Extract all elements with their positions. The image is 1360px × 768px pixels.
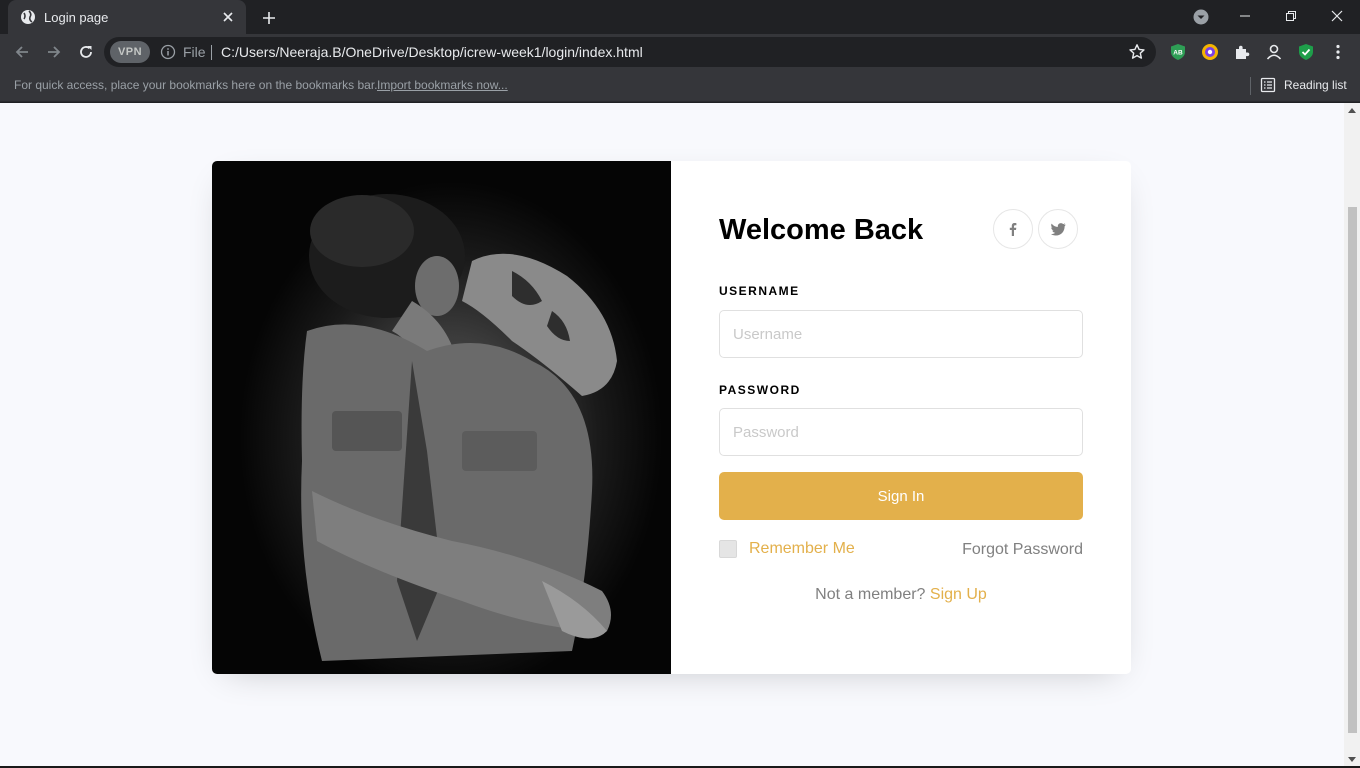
- url-scheme-label: File: [183, 44, 206, 60]
- arrow-left-icon: [15, 46, 28, 58]
- bookmark-star-icon[interactable]: [1128, 43, 1146, 61]
- username-label: USERNAME: [719, 284, 800, 298]
- extension-button[interactable]: [1201, 43, 1219, 61]
- reading-list-icon: [1260, 77, 1276, 93]
- browser-tab[interactable]: Login page: [8, 0, 246, 34]
- login-card: Welcome Back USERNAME PASSWORD Sign In R…: [212, 161, 1131, 674]
- password-input[interactable]: [719, 408, 1083, 456]
- kebab-menu-icon: [1336, 44, 1340, 60]
- sign-in-button[interactable]: Sign In: [719, 472, 1083, 520]
- reading-list-label: Reading list: [1284, 78, 1347, 92]
- page-scrollbar[interactable]: [1344, 103, 1360, 768]
- profile-button[interactable]: [1265, 43, 1283, 61]
- arrow-right-icon: [48, 46, 61, 58]
- person-photo-illustration: [301, 194, 617, 661]
- adblock-extension-button[interactable]: AB: [1169, 43, 1187, 61]
- remember-me-label[interactable]: Remember Me: [749, 540, 855, 558]
- restore-button[interactable]: [1268, 0, 1314, 32]
- reload-button[interactable]: [72, 38, 100, 66]
- puzzle-icon: [1236, 45, 1250, 59]
- forward-button[interactable]: [40, 38, 68, 66]
- security-extension-button[interactable]: [1297, 43, 1315, 61]
- globe-icon: [20, 9, 36, 25]
- close-icon: [1331, 10, 1343, 22]
- address-bar[interactable]: VPN File C:/Users/Neeraja.B/OneDrive/Des…: [104, 37, 1156, 67]
- tab-search-button[interactable]: [1190, 6, 1212, 28]
- bookmarks-bar: For quick access, place your bookmarks h…: [0, 70, 1360, 102]
- shield-ab-icon: AB: [1171, 44, 1185, 60]
- signup-prompt: Not a member? Sign Up: [719, 586, 1083, 604]
- new-tab-button[interactable]: [258, 7, 280, 29]
- vpn-badge[interactable]: VPN: [110, 41, 150, 63]
- tab-strip: Login page: [0, 0, 1360, 34]
- login-form: Welcome Back USERNAME PASSWORD Sign In R…: [671, 161, 1131, 674]
- back-button[interactable]: [8, 38, 36, 66]
- minimize-button[interactable]: [1222, 0, 1268, 32]
- scroll-down-arrow-icon[interactable]: [1348, 757, 1356, 762]
- forgot-password-link[interactable]: Forgot Password: [962, 541, 1083, 559]
- shield-check-icon: [1299, 44, 1313, 60]
- plus-icon: [263, 12, 275, 24]
- circle-extension-icon: [1202, 44, 1218, 60]
- omnibox-divider: [211, 45, 212, 60]
- reload-icon: [80, 46, 92, 58]
- adblock-label: AB: [1173, 50, 1183, 57]
- checkbox-box[interactable]: [719, 540, 737, 558]
- scroll-up-arrow-icon[interactable]: [1348, 108, 1356, 113]
- bookmarks-divider: [1250, 77, 1251, 95]
- reading-list-button[interactable]: Reading list: [1260, 77, 1347, 93]
- close-window-button[interactable]: [1314, 0, 1360, 32]
- twitter-icon: [1050, 223, 1065, 236]
- tab-title: Login page: [44, 9, 109, 25]
- facebook-button[interactable]: [993, 209, 1033, 249]
- page-title: Welcome Back: [719, 214, 924, 246]
- extensions-menu-button[interactable]: [1233, 43, 1251, 61]
- bookmarks-hint: For quick access, place your bookmarks h…: [14, 78, 378, 92]
- browser-menu-button[interactable]: [1329, 43, 1347, 61]
- facebook-icon: [1009, 223, 1017, 236]
- hero-photo: [212, 161, 671, 674]
- import-bookmarks-link[interactable]: Import bookmarks now...: [377, 78, 508, 92]
- minimize-icon: [1240, 15, 1250, 17]
- browser-toolbar: VPN File C:/Users/Neeraja.B/OneDrive/Des…: [0, 34, 1360, 70]
- profile-icon: [1266, 44, 1282, 60]
- url-text[interactable]: C:/Users/Neeraja.B/OneDrive/Desktop/icre…: [221, 44, 643, 60]
- info-icon[interactable]: [160, 44, 176, 60]
- sign-up-link[interactable]: Sign Up: [930, 586, 987, 603]
- twitter-button[interactable]: [1038, 209, 1078, 249]
- restore-icon: [1286, 11, 1296, 21]
- page-viewport: Welcome Back USERNAME PASSWORD Sign In R…: [0, 103, 1344, 768]
- password-label: PASSWORD: [719, 383, 801, 397]
- scroll-thumb[interactable]: [1348, 207, 1357, 733]
- remember-me-checkbox[interactable]: Remember Me: [719, 540, 855, 558]
- chevron-down-icon: [1193, 9, 1209, 25]
- username-input[interactable]: [719, 310, 1083, 358]
- member-prompt-text: Not a member?: [815, 586, 926, 603]
- close-tab-icon[interactable]: [220, 9, 236, 25]
